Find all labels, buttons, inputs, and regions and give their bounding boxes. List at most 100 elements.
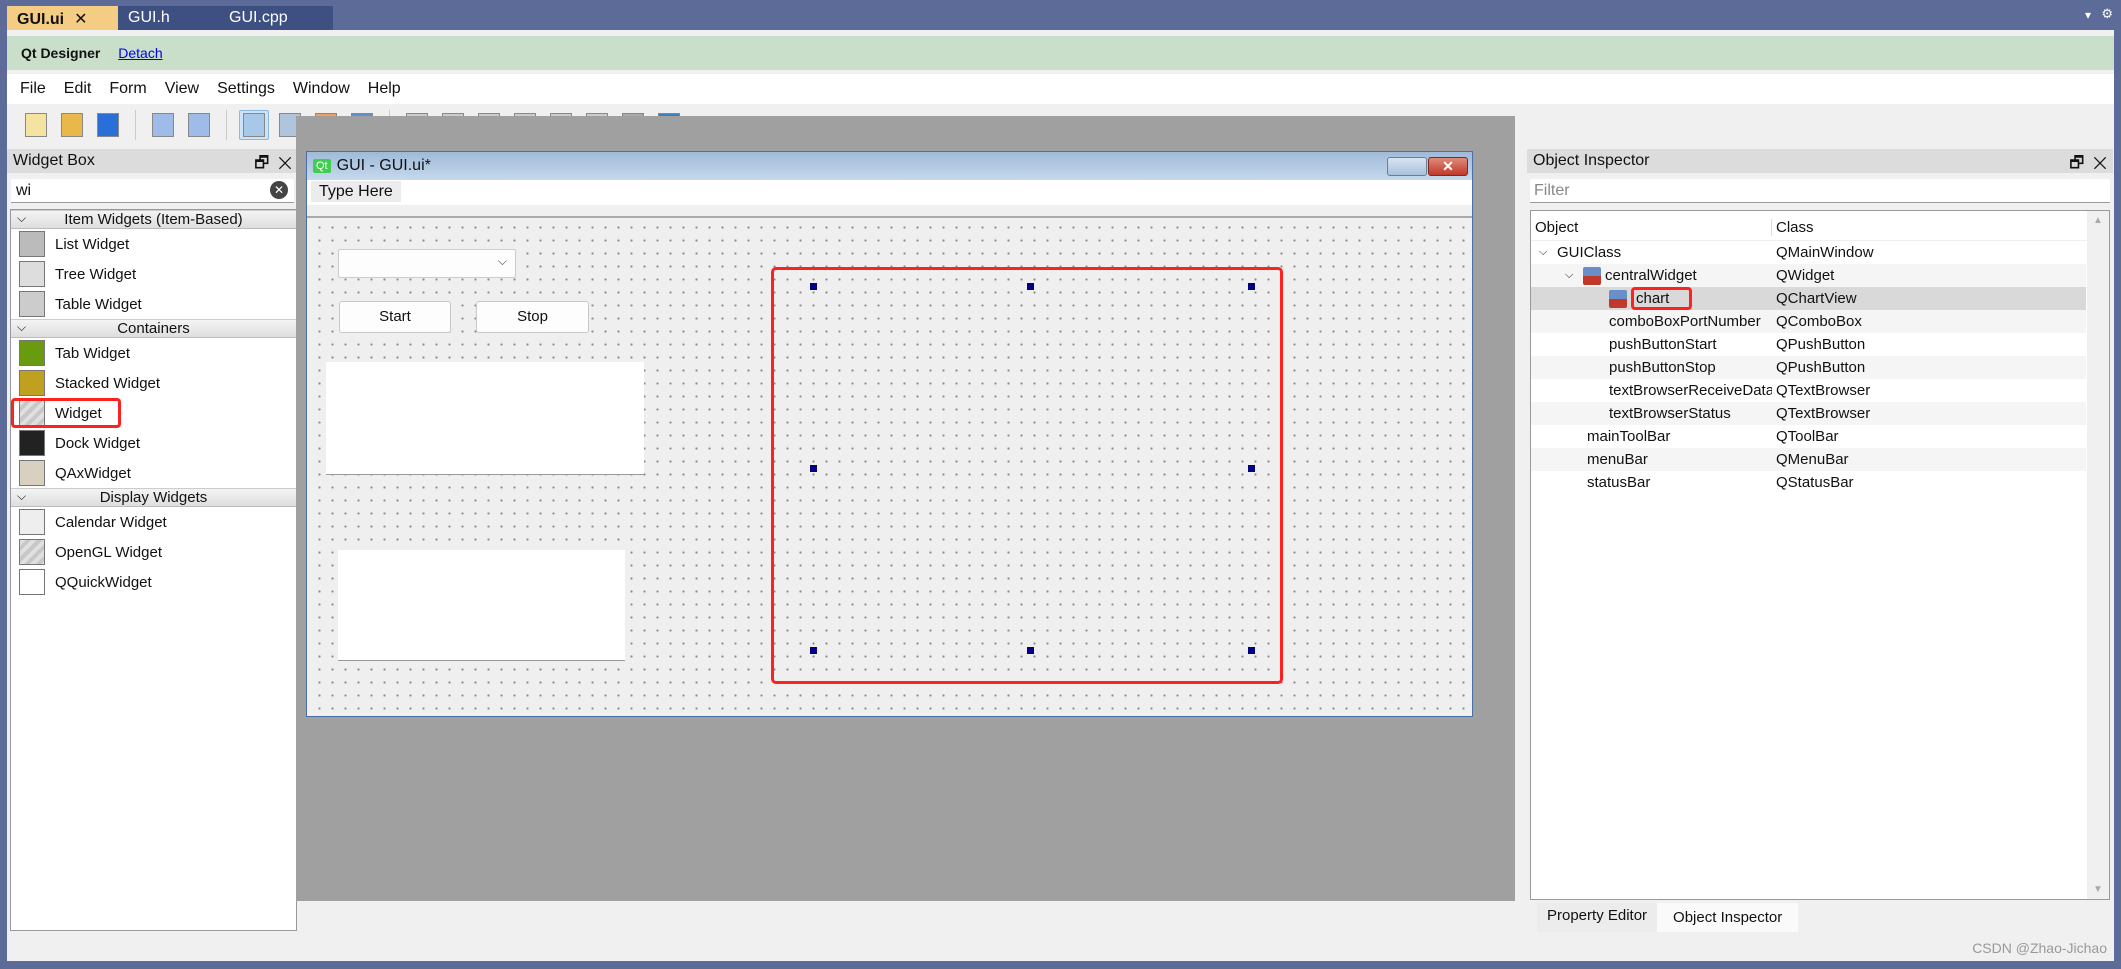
widget-item-qaxwidget[interactable]: QAxWidget	[11, 458, 296, 488]
tree-row[interactable]: ⌵ GUIClass QMainWindow	[1531, 241, 2086, 264]
widget-item-stacked-widget[interactable]: Stacked Widget	[11, 368, 296, 398]
tree-row[interactable]: comboBoxPortNumber QComboBox	[1531, 310, 2086, 333]
object-name: menuBar	[1587, 451, 1648, 468]
doc-tab[interactable]: GUI.cpp	[219, 6, 333, 30]
stop-button[interactable]: Stop	[476, 301, 589, 333]
save-icon	[97, 113, 119, 137]
tree-row[interactable]: pushButtonStart QPushButton	[1531, 333, 2086, 356]
resize-handle[interactable]	[1248, 465, 1255, 472]
resize-handle[interactable]	[1027, 647, 1034, 654]
column-header-object[interactable]: Object	[1531, 219, 1772, 236]
minimize-button[interactable]	[1387, 157, 1427, 176]
widget-item-table-widget[interactable]: Table Widget	[11, 289, 296, 319]
widget-item-dock-widget[interactable]: Dock Widget	[11, 428, 296, 458]
class-name: QWidget	[1776, 267, 1835, 284]
tree-row[interactable]: textBrowserReceiveData QTextBrowser	[1531, 379, 2086, 402]
float-icon[interactable]: 🗗	[2069, 155, 2084, 172]
chart-view-highlight[interactable]	[771, 267, 1283, 684]
chevron-down-icon: ⌵	[17, 489, 27, 503]
clear-search-icon[interactable]: ✕	[270, 181, 288, 199]
send-to-back-button[interactable]	[148, 110, 178, 140]
widget-item-label: Stacked Widget	[55, 374, 161, 392]
combo-box-port-number[interactable]: ⌵	[338, 249, 516, 278]
text-browser-receive-data[interactable]	[326, 362, 644, 475]
form-title: GUI - GUI.ui*	[336, 157, 431, 174]
tab-object-inspector[interactable]: Object Inspector	[1657, 903, 1799, 932]
widget-item-tree-widget[interactable]: Tree Widget	[11, 259, 296, 289]
category-header[interactable]: ⌵ Containers	[11, 319, 296, 338]
widget-item-widget[interactable]: Widget	[11, 398, 121, 428]
menu-file[interactable]: File	[11, 74, 55, 104]
type-here-menu[interactable]: Type Here	[311, 181, 401, 202]
text-browser-status[interactable]	[338, 550, 625, 661]
open-folder-button[interactable]	[57, 110, 87, 140]
close-button[interactable]: ✕	[1428, 157, 1468, 176]
menu-settings[interactable]: Settings	[208, 74, 284, 104]
menu-help[interactable]: Help	[359, 74, 410, 104]
resize-handle[interactable]	[1027, 283, 1034, 290]
save-button[interactable]	[93, 110, 123, 140]
tab-widget-icon	[19, 340, 45, 366]
doc-tab[interactable]: GUI.h	[118, 6, 219, 30]
tab-property-editor[interactable]: Property Editor	[1537, 903, 1658, 932]
widget-box-header: Widget Box 🗗 ✕	[7, 149, 298, 173]
layout-broken-icon	[1583, 266, 1601, 285]
form-toolbar	[307, 205, 1472, 218]
menu-form[interactable]: Form	[100, 74, 155, 104]
edit-widgets-icon	[243, 113, 265, 137]
settings-icon[interactable]: ⚙	[2101, 6, 2113, 22]
widget-item-list-widget[interactable]: List Widget	[11, 229, 296, 259]
new-file-button[interactable]	[21, 110, 51, 140]
tree-row[interactable]: statusBar QStatusBar	[1531, 471, 2086, 494]
bring-to-front-button[interactable]	[184, 110, 214, 140]
menu-window[interactable]: Window	[284, 74, 359, 104]
close-tab-icon[interactable]: ✕	[74, 11, 87, 28]
column-header-class[interactable]: Class	[1772, 219, 1814, 236]
widget-item-opengl-widget[interactable]: OpenGL Widget	[11, 537, 296, 567]
filter-input[interactable]: Filter	[1530, 179, 2110, 203]
qaxwidget-icon	[19, 460, 45, 486]
tree-row[interactable]: menuBar QMenuBar	[1531, 448, 2086, 471]
resize-handle[interactable]	[1248, 283, 1255, 290]
widget-item-tab-widget[interactable]: Tab Widget	[11, 338, 296, 368]
tree-row[interactable]: pushButtonStop QPushButton	[1531, 356, 2086, 379]
resize-handle[interactable]	[810, 647, 817, 654]
category-header[interactable]: ⌵ Item Widgets (Item-Based)	[11, 210, 296, 229]
object-inspector-header: Object Inspector 🗗 ✕	[1527, 149, 2113, 173]
widget-item-qquickwidget[interactable]: QQuickWidget	[11, 567, 296, 597]
scrollbar[interactable]: ▲ ▼	[2087, 211, 2109, 899]
close-icon[interactable]: ✕	[278, 155, 292, 172]
tree-row[interactable]: mainToolBar QToolBar	[1531, 425, 2086, 448]
scroll-down-icon[interactable]: ▼	[2093, 884, 2103, 895]
category-header[interactable]: ⌵ Display Widgets	[11, 488, 296, 507]
widget-item-calendar-widget[interactable]: Calendar Widget	[11, 507, 296, 537]
tree-row[interactable]: ⌵ centralWidget QWidget	[1531, 264, 2086, 287]
tab-dropdown-icon[interactable]: ▾	[2085, 8, 2091, 22]
doc-tab-label: GUI.h	[128, 9, 170, 26]
detach-link[interactable]: Detach	[118, 45, 162, 61]
resize-handle[interactable]	[810, 283, 817, 290]
float-icon[interactable]: 🗗	[254, 155, 269, 172]
object-tree: Object Class ⌵ GUIClass QMainWindow ⌵ centra…	[1530, 210, 2110, 900]
widget-box-panel: Widget Box 🗗 ✕ wi ✕ ⌵ Item Widgets (Item-…	[7, 149, 298, 931]
menu-edit[interactable]: Edit	[55, 74, 101, 104]
scroll-up-icon[interactable]: ▲	[2093, 215, 2103, 226]
start-button[interactable]: Start	[339, 301, 451, 333]
open-folder-icon	[61, 113, 83, 137]
doc-tab[interactable]: GUI.ui ✕	[7, 6, 118, 30]
edit-widgets-button[interactable]	[239, 110, 269, 140]
table-widget-icon	[19, 291, 45, 317]
resize-handle[interactable]	[1248, 647, 1255, 654]
resize-handle[interactable]	[810, 465, 817, 472]
widget-search-input[interactable]: wi ✕	[11, 179, 294, 203]
menu-view[interactable]: View	[156, 74, 208, 104]
object-name: mainToolBar	[1587, 428, 1671, 445]
tree-row[interactable]: chart QChartView	[1531, 287, 2086, 310]
close-icon[interactable]: ✕	[2093, 155, 2107, 172]
expand-chevron-icon[interactable]: ⌵	[1565, 269, 1579, 282]
tree-row[interactable]: textBrowserStatus QTextBrowser	[1531, 402, 2086, 425]
expand-chevron-icon[interactable]: ⌵	[1539, 246, 1553, 259]
central-widget[interactable]: ⌵ Start Stop	[313, 221, 1465, 711]
object-name: GUIClass	[1557, 244, 1622, 261]
calendar-widget-icon	[19, 509, 45, 535]
